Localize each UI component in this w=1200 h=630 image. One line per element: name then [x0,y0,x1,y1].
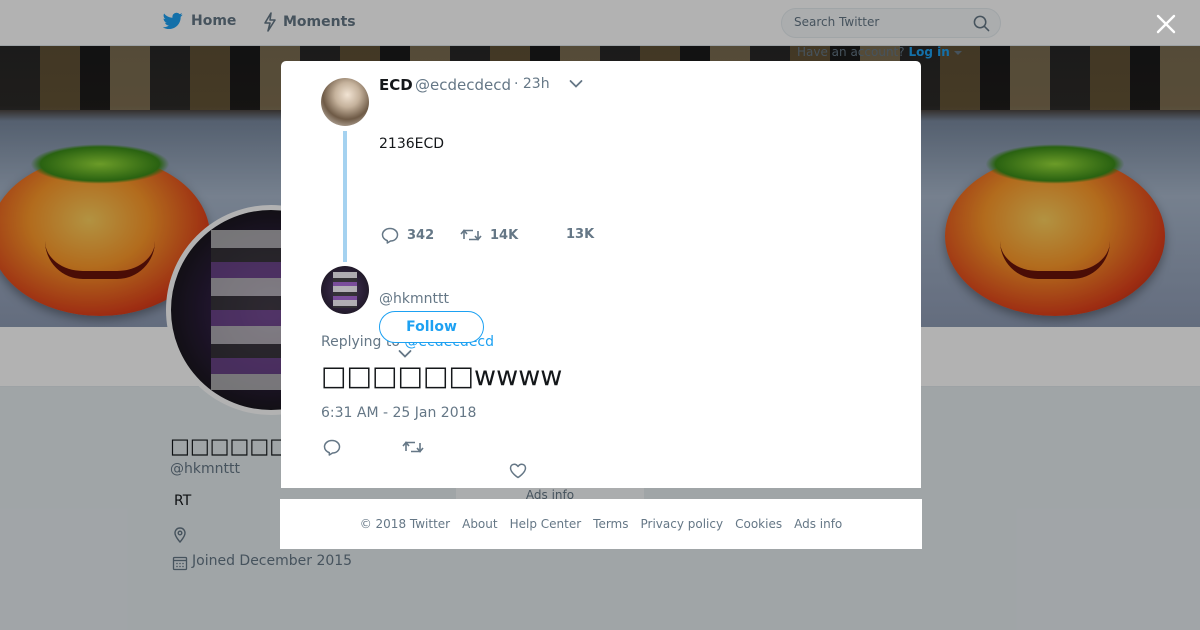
tweet-reply-count: 342 [407,228,435,243]
reply-icon [381,227,399,244]
tweet-like-button[interactable]: 13K [566,227,594,242]
follow-button[interactable]: Follow [379,311,484,343]
tweet-like-count: 13K [566,227,595,242]
footer-link-privacy-policy[interactable]: Privacy policy [641,517,724,531]
tweet-author-avatar[interactable] [321,78,369,126]
tweet-retweet-count: 14K [490,227,519,243]
tweet-text: 2136ECD [379,136,445,152]
footer-link-about[interactable]: About [462,517,497,531]
footer-link-terms[interactable]: Terms [593,517,628,531]
reply-text: □□□□□□wwww [321,361,563,392]
tweet-modal: ECD @ecdecdecd · 23h 2136ECD 342 14K 13K… [281,61,921,488]
footer-link-help-center[interactable]: Help Center [510,517,582,531]
reply-author-handle[interactable]: @hkmnttt [379,291,449,307]
tweet-timestamp[interactable]: · 23h [514,76,550,92]
retweet-icon[interactable] [402,439,424,455]
chevron-down-icon[interactable] [569,79,583,89]
thread-connector-line [343,131,347,262]
footer-copyright: © 2018 Twitter [359,517,451,531]
reply-author-avatar[interactable] [321,266,369,314]
footer-link-cookies[interactable]: Cookies [735,517,782,531]
tweet-author-name[interactable]: ECD [379,76,413,94]
tweet-reply-button[interactable]: 342 [381,227,434,244]
reply-timestamp[interactable]: 6:31 AM - 25 Jan 2018 [321,405,476,421]
chevron-down-icon[interactable] [398,349,412,359]
footer-link-ads-info[interactable]: Ads info [794,517,842,531]
close-icon[interactable] [1152,10,1180,38]
retweet-icon [460,229,482,241]
modal-footer: © 2018 Twitter About Help Center Terms P… [280,499,922,549]
reply-icon[interactable] [323,439,341,456]
tweet-author-handle[interactable]: @ecdecdecd [415,76,511,94]
heart-icon[interactable] [509,463,527,479]
tweet-retweet-button[interactable]: 14K [460,227,518,243]
